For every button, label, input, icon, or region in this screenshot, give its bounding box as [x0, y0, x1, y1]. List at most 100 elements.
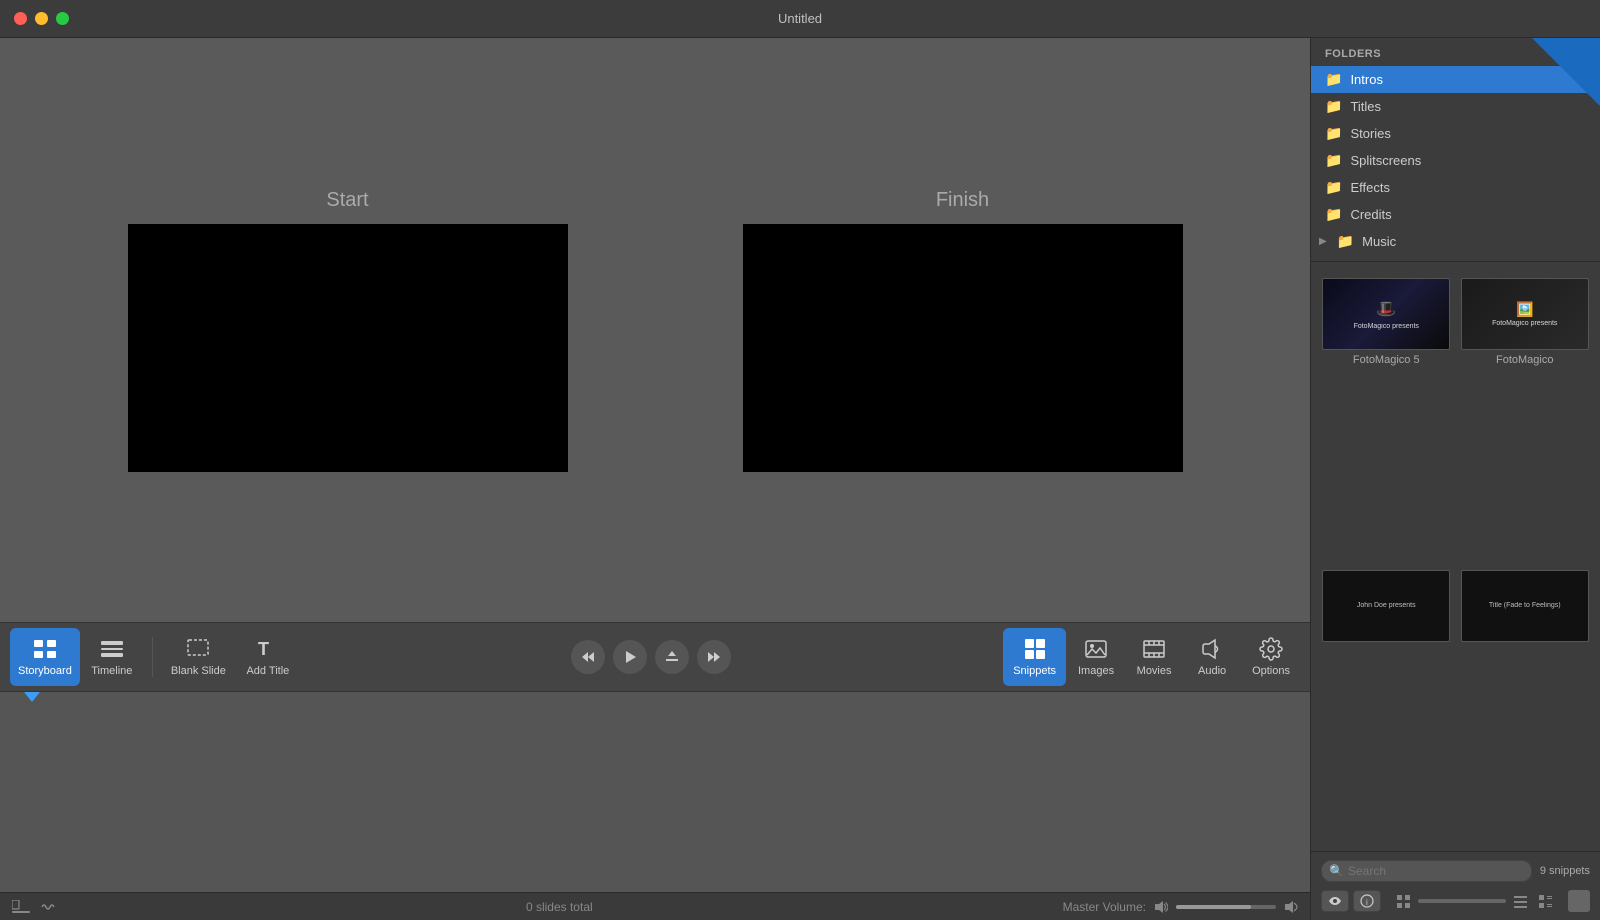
window-title: Untitled — [778, 11, 822, 26]
movies-button[interactable]: Movies — [1126, 628, 1182, 686]
audio-icon — [1200, 637, 1224, 661]
list-view-button[interactable] — [1510, 891, 1531, 912]
add-title-label: Add Title — [246, 665, 289, 677]
finish-label: Finish — [936, 189, 989, 212]
maximize-button[interactable] — [56, 12, 69, 25]
timeline-button[interactable]: Timeline — [82, 628, 142, 686]
blank-slide-label: Blank Slide — [171, 665, 226, 677]
main-content: Start Finish Storyboard — [0, 38, 1600, 920]
folder-label-stories: Stories — [1350, 126, 1390, 141]
master-volume-label: Master Volume: — [1063, 900, 1146, 914]
snippet-item-fm[interactable]: 🖼️ FotoMagico presents FotoMagico — [1460, 278, 1591, 562]
movies-label: Movies — [1137, 665, 1172, 677]
timeline-icon — [100, 637, 124, 661]
folder-label-effects: Effects — [1350, 180, 1390, 195]
folder-item-credits[interactable]: 📁 Credits — [1311, 201, 1600, 228]
play-button[interactable] — [613, 640, 647, 674]
bottom-controls-row: i — [1321, 890, 1590, 912]
blank-slide-icon — [186, 637, 210, 661]
close-button[interactable] — [14, 12, 27, 25]
folder-item-music[interactable]: ▶ 📁 Music — [1311, 228, 1600, 255]
search-icon: 🔍 — [1329, 864, 1344, 878]
eye-icon — [1328, 896, 1342, 906]
snippet-item-dark1[interactable]: John Doe presents — [1321, 570, 1452, 842]
options-label: Options — [1252, 665, 1290, 677]
snippets-icon — [1023, 637, 1047, 661]
snippet-thumb-fm: 🖼️ FotoMagico presents — [1461, 278, 1589, 350]
add-title-icon: T — [256, 637, 280, 661]
fast-forward-button[interactable] — [697, 640, 731, 674]
info-button[interactable]: i — [1353, 890, 1381, 912]
traffic-lights — [14, 12, 69, 25]
separator-1 — [152, 637, 153, 677]
status-right: Master Volume: — [1063, 900, 1298, 914]
snippets-grid: 🎩 FotoMagico presents FotoMagico 5 🖼️ Fo… — [1311, 268, 1600, 851]
folder-list: 📁 Intros 📁 Titles 📁 Stories 📁 Splitscree… — [1311, 66, 1600, 255]
slide-view-icon — [12, 900, 30, 914]
play-icon — [623, 650, 637, 664]
size-slider[interactable] — [1418, 899, 1506, 903]
movies-icon — [1142, 637, 1166, 661]
slides-count: 0 slides total — [526, 900, 593, 914]
eye-button[interactable] — [1321, 890, 1349, 912]
export-button[interactable] — [655, 640, 689, 674]
add-title-button[interactable]: T Add Title — [238, 628, 298, 686]
export-icon — [665, 650, 679, 664]
size-slider-area — [1393, 891, 1556, 912]
titlebar: Untitled — [0, 0, 1600, 38]
rewind-button[interactable] — [571, 640, 605, 674]
folder-label-credits: Credits — [1350, 207, 1391, 222]
grid-small-icon — [1397, 895, 1410, 908]
minimize-button[interactable] — [35, 12, 48, 25]
options-button[interactable]: Options — [1242, 628, 1300, 686]
view-mode-group: Storyboard Timeline — [10, 628, 142, 686]
volume-max-icon — [1284, 900, 1298, 914]
folder-item-effects[interactable]: 📁 Effects — [1311, 174, 1600, 201]
center-area: Start Finish Storyboard — [0, 38, 1310, 920]
folder-item-splitscreens[interactable]: 📁 Splitscreens — [1311, 147, 1600, 174]
folder-icon-credits: 📁 — [1325, 206, 1342, 223]
blank-slide-button[interactable]: Blank Slide — [163, 628, 234, 686]
snippets-button[interactable]: Snippets — [1003, 628, 1066, 686]
snippet-label-fm: FotoMagico — [1496, 354, 1553, 366]
search-input[interactable] — [1321, 860, 1532, 882]
grid-small-button[interactable] — [1393, 891, 1414, 912]
right-sidebar: NEWS FOLDERS 📁 Intros 📁 Titles 📁 Stories… — [1310, 38, 1600, 920]
slide-view-toggle[interactable] — [12, 900, 30, 914]
folder-item-titles[interactable]: 📁 Titles — [1311, 93, 1600, 120]
timeline-label: Timeline — [91, 665, 132, 677]
volume-slider[interactable] — [1176, 905, 1276, 909]
images-button[interactable]: Images — [1068, 628, 1124, 686]
options-icon — [1259, 637, 1283, 661]
start-preview-panel: Start — [128, 189, 568, 472]
volume-fill — [1176, 905, 1251, 909]
folder-icon-splitscreens: 📁 — [1325, 152, 1342, 169]
start-video-preview[interactable] — [128, 224, 568, 472]
detail-view-button[interactable] — [1535, 891, 1556, 912]
view-square — [1568, 890, 1590, 912]
folder-item-stories[interactable]: 📁 Stories — [1311, 120, 1600, 147]
volume-icon — [1154, 900, 1168, 914]
storyboard-area[interactable] — [0, 692, 1310, 892]
news-text: NEWS — [1587, 38, 1600, 51]
folder-icon-music: 📁 — [1337, 233, 1354, 250]
snippet-thumb-fm5: 🎩 FotoMagico presents — [1322, 278, 1450, 350]
toolbar: Storyboard Timeline Blank — [0, 622, 1310, 692]
snippet-item-fm5[interactable]: 🎩 FotoMagico presents FotoMagico 5 — [1321, 278, 1452, 562]
audio-button[interactable]: Audio — [1184, 628, 1240, 686]
snippet-thumb-dark1: John Doe presents — [1322, 570, 1450, 642]
svg-text:T: T — [258, 639, 269, 659]
folder-item-intros[interactable]: 📁 Intros — [1311, 66, 1600, 93]
audio-track-toggle[interactable] — [40, 900, 56, 914]
snippet-item-dark2[interactable]: Title (Fade to Feelings) — [1460, 570, 1591, 842]
finish-video-preview[interactable] — [743, 224, 1183, 472]
search-row: 🔍 9 snippets — [1321, 860, 1590, 882]
right-toolbar-group: Snippets Images — [1003, 628, 1300, 686]
start-label: Start — [326, 189, 368, 212]
folder-label-music: Music — [1362, 234, 1396, 249]
storyboard-button[interactable]: Storyboard — [10, 628, 80, 686]
detail-view-icon — [1539, 895, 1552, 908]
status-left — [12, 900, 56, 914]
folder-arrow-music: ▶ — [1319, 236, 1327, 247]
transport-controls — [302, 640, 999, 674]
